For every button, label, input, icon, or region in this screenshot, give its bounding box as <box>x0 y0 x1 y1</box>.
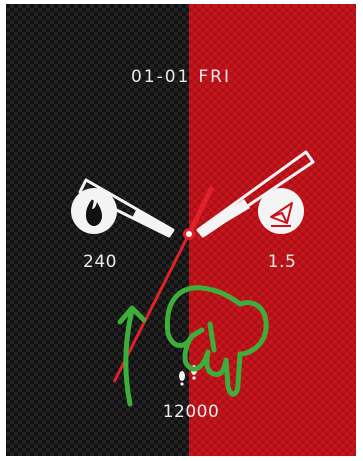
distance-value: 1.5 <box>267 252 297 272</box>
calories-value: 240 <box>83 252 117 272</box>
watch-hands-layer <box>71 150 315 407</box>
watch-face[interactable]: 01-01 FRI 240 1.5 12000 <box>6 4 356 456</box>
swipe-up-arrow-icon <box>117 305 147 407</box>
steps-value: 12000 <box>162 402 220 422</box>
